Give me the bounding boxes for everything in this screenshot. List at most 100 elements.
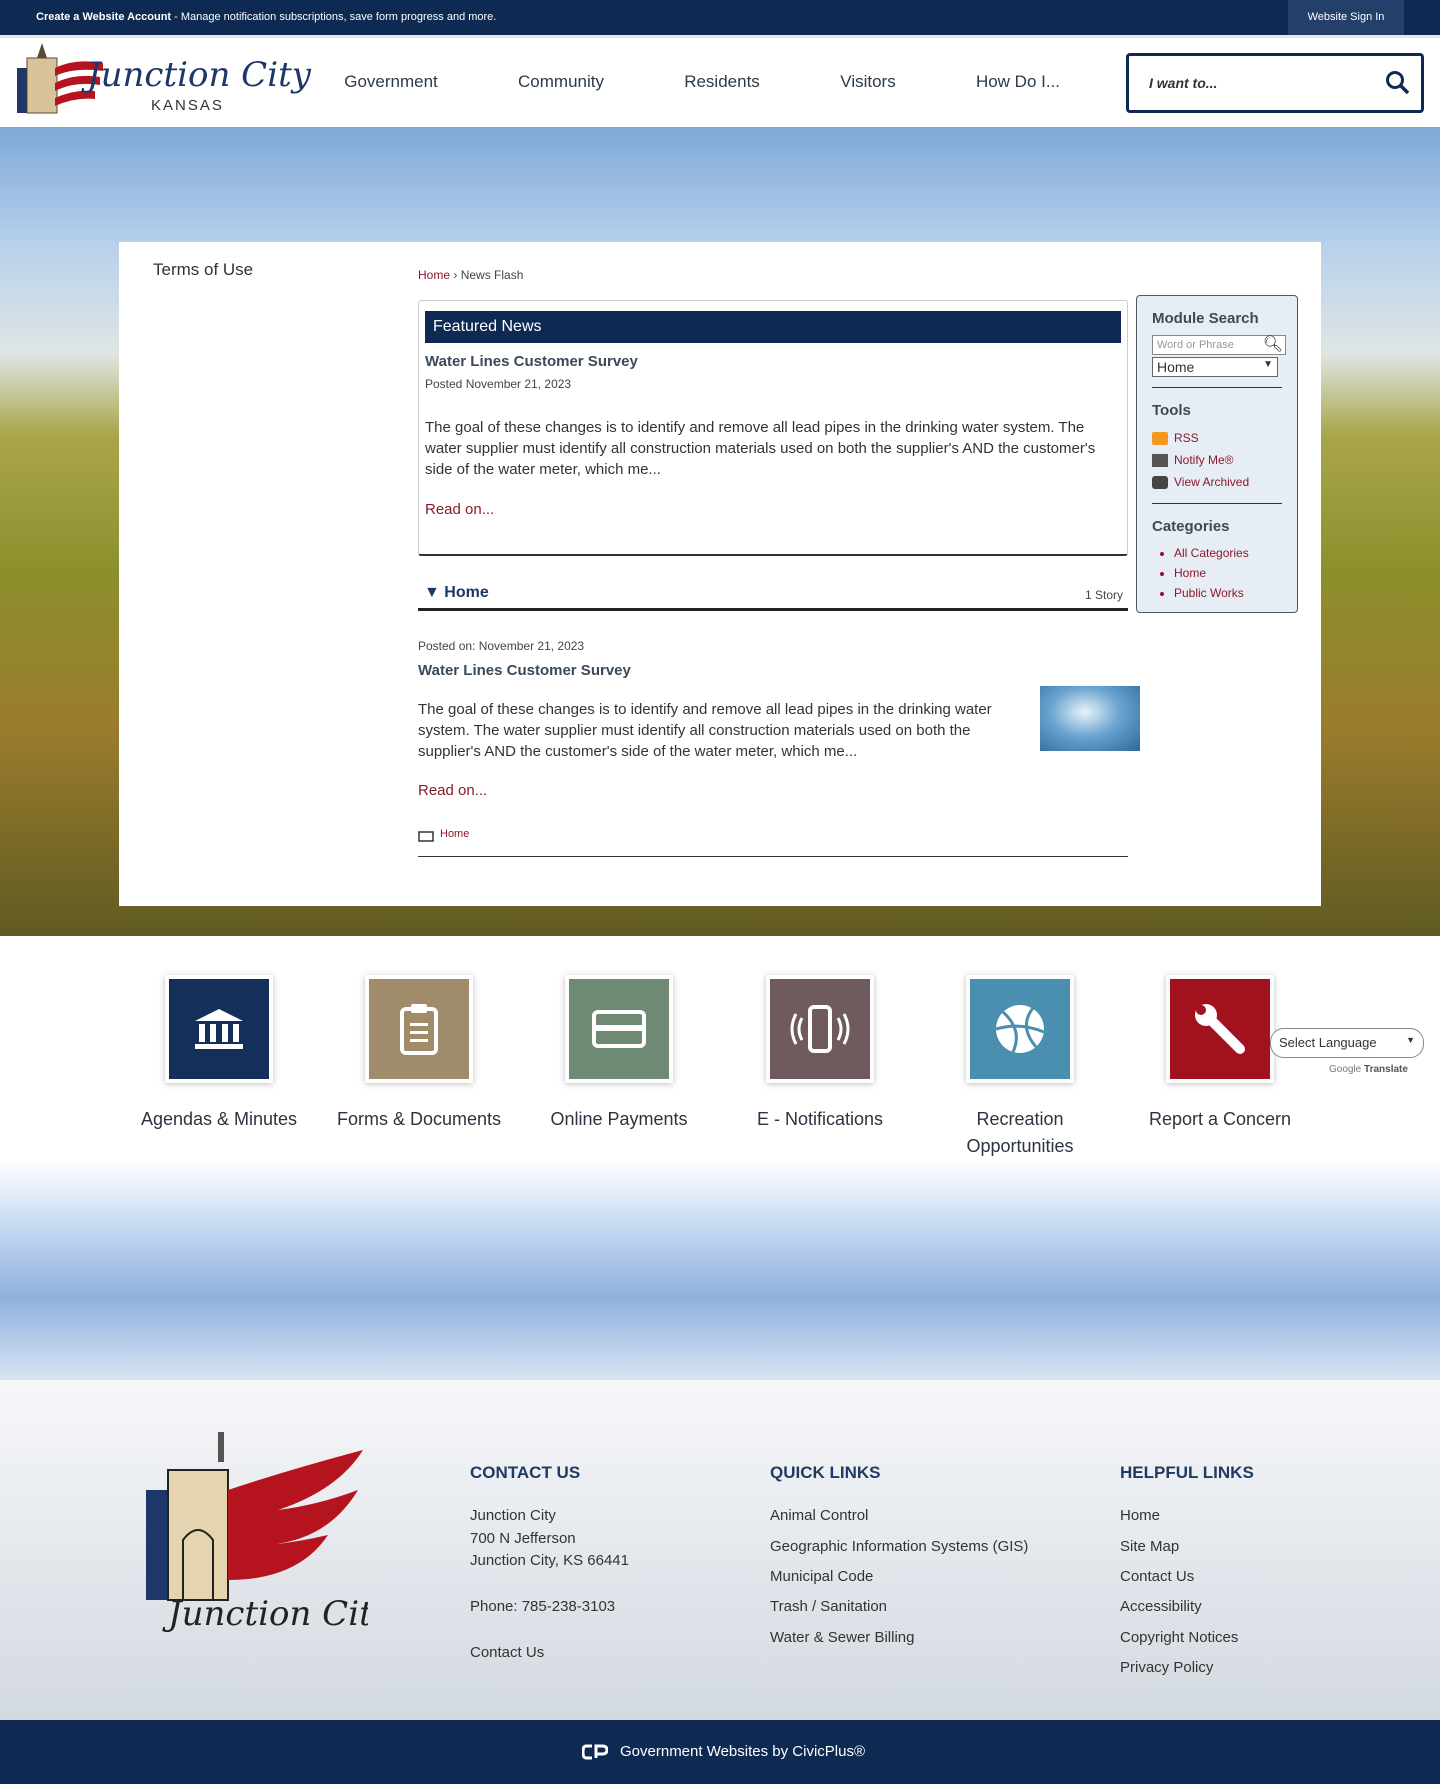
search-input[interactable]: I want to... — [1126, 53, 1424, 113]
search-icon[interactable]: 🔍︎ — [1263, 334, 1283, 354]
view-archived-link[interactable]: View Archived — [1152, 471, 1282, 493]
quick-link-label: Report a Concern — [1148, 1109, 1292, 1129]
quick-link-payments[interactable]: Online Payments — [519, 975, 719, 1133]
government-building-icon — [165, 975, 273, 1083]
quick-link-forms[interactable]: Forms & Documents — [319, 975, 519, 1133]
nav-how-do-i[interactable]: How Do I... — [976, 72, 1060, 92]
search-placeholder: I want to... — [1149, 75, 1218, 91]
translate-label: Translate — [1364, 1064, 1408, 1075]
civicplus-icon — [582, 1744, 608, 1759]
wrench-icon — [1166, 975, 1274, 1083]
quick-links-section: Agendas & Minutes Forms & Documents Onli… — [0, 936, 1440, 1170]
story-body: The goal of these changes is to identify… — [418, 701, 992, 760]
featured-read-on[interactable]: Read on... — [425, 501, 494, 518]
water-drop-image — [1040, 686, 1140, 751]
footer-link-accessibility[interactable]: Accessibility — [1120, 1598, 1202, 1615]
breadcrumb-current: News Flash — [460, 268, 524, 282]
module-search-input[interactable]: Word or Phrase 🔍︎ — [1152, 335, 1286, 355]
rss-label: RSS — [1174, 431, 1199, 445]
featured-title[interactable]: Water Lines Customer Survey — [425, 353, 638, 370]
quick-link-label: Recreation Opportunities — [966, 1109, 1074, 1156]
story-title[interactable]: Water Lines Customer Survey — [418, 662, 631, 679]
categories-heading: Categories — [1152, 518, 1230, 535]
category-public-works[interactable]: Public Works — [1174, 583, 1282, 603]
footer-link-water-billing[interactable]: Water & Sewer Billing — [770, 1629, 915, 1646]
footer-link-municipal-code[interactable]: Municipal Code — [770, 1568, 873, 1585]
category-select-value: Home — [1157, 359, 1195, 375]
footer-link-contact[interactable]: Contact Us — [1120, 1568, 1194, 1585]
sign-in-button[interactable]: Website Sign In — [1288, 0, 1404, 35]
story-read-on[interactable]: Read on... — [418, 782, 487, 799]
footer-link-trash[interactable]: Trash / Sanitation — [770, 1598, 887, 1615]
contact-name: Junction City — [470, 1507, 556, 1524]
account-message-text: - Manage notification subscriptions, sav… — [171, 11, 497, 23]
footer-logo: Junction City — [146, 1432, 368, 1634]
story-posted: Posted on: November 21, 2023 — [418, 639, 585, 653]
breadcrumb-home[interactable]: Home — [418, 268, 450, 282]
category-home[interactable]: Home — [1174, 563, 1282, 583]
basketball-icon — [966, 975, 1074, 1083]
envelope-icon — [1152, 453, 1168, 467]
module-search-placeholder: Word or Phrase — [1157, 339, 1234, 351]
logo[interactable]: Junction City KANSAS — [15, 43, 311, 118]
quick-link-label: Online Payments — [550, 1109, 688, 1129]
credit-card-icon — [565, 975, 673, 1083]
create-account-link[interactable]: Create a Website Account — [36, 11, 171, 23]
quick-link-agendas[interactable]: Agendas & Minutes — [119, 975, 319, 1133]
breadcrumb: Home › News Flash — [418, 268, 523, 282]
rss-link[interactable]: RSS — [1152, 427, 1282, 449]
quick-link-recreation[interactable]: Recreation Opportunities — [920, 975, 1120, 1160]
footer-link-privacy[interactable]: Privacy Policy — [1120, 1659, 1213, 1676]
account-message: Create a Website Account - Manage notifi… — [36, 11, 496, 23]
footer-link-site-map[interactable]: Site Map — [1120, 1538, 1179, 1555]
breadcrumb-separator: › — [453, 268, 458, 282]
quick-link-label: Agendas & Minutes — [140, 1109, 298, 1129]
category-all[interactable]: All Categories — [1174, 543, 1282, 563]
archive-icon — [1152, 475, 1168, 489]
nav-visitors[interactable]: Visitors — [840, 72, 895, 92]
top-bar: Create a Website Account - Manage notifi… — [0, 0, 1440, 35]
story-count: 1 Story — [1084, 588, 1123, 602]
category-toggle[interactable]: ▼ Home — [424, 584, 489, 602]
quick-links-heading: QUICK LINKS — [770, 1463, 881, 1482]
language-select[interactable]: Select Language ▼ — [1270, 1028, 1424, 1058]
divider — [1152, 503, 1282, 504]
story-tag-home[interactable]: Home — [440, 828, 469, 840]
nav-residents[interactable]: Residents — [684, 72, 760, 92]
phone-vibrate-icon — [766, 975, 874, 1083]
rss-icon — [1152, 431, 1168, 445]
footer-link-animal-control[interactable]: Animal Control — [770, 1507, 868, 1524]
clipboard-icon — [365, 975, 473, 1083]
nav-community[interactable]: Community — [518, 72, 604, 92]
terms-of-use-link[interactable]: Terms of Use — [153, 260, 253, 280]
search-icon[interactable] — [1385, 70, 1411, 96]
logo-name: Junction City — [87, 55, 311, 95]
footer-link-gis[interactable]: Geographic Information Systems (GIS) — [770, 1538, 1028, 1555]
category-select[interactable]: Home ▼ — [1152, 357, 1278, 377]
nav-government[interactable]: Government — [344, 72, 438, 92]
quick-link-notifications[interactable]: E - Notifications — [720, 975, 920, 1133]
notify-me-link[interactable]: Notify Me® — [1152, 449, 1282, 471]
google-logo: Google — [1329, 1064, 1362, 1075]
module-search-heading: Module Search — [1152, 310, 1259, 327]
main-content: Terms of Use Home › News Flash Featured … — [119, 242, 1321, 906]
footer-link-home[interactable]: Home — [1120, 1507, 1160, 1524]
svg-text:Junction City: Junction City — [162, 1594, 368, 1634]
civicplus-text: Government Websites by CivicPlus® — [620, 1743, 866, 1760]
chevron-down-icon: ▼ — [1406, 1035, 1415, 1045]
featured-body: The goal of these changes is to identify… — [425, 419, 1096, 478]
notify-label: Notify Me® — [1174, 453, 1234, 467]
chevron-down-icon: ▼ — [1263, 359, 1273, 370]
featured-news-header: Featured News — [425, 311, 1121, 343]
contact-us-link[interactable]: Contact Us — [470, 1644, 544, 1661]
contact-address2: Junction City, KS 66441 — [470, 1552, 629, 1569]
footer-link-copyright[interactable]: Copyright Notices — [1120, 1629, 1238, 1646]
featured-posted: Posted November 21, 2023 — [425, 377, 572, 391]
featured-news: Featured News Water Lines Customer Surve… — [418, 300, 1128, 556]
category-tag-icon — [418, 831, 434, 842]
divider — [418, 608, 1128, 611]
tools-heading: Tools — [1152, 402, 1191, 419]
quick-link-label: E - Notifications — [756, 1109, 884, 1129]
civicplus-link[interactable]: Government Websites by CivicPlus® — [582, 1743, 865, 1760]
category-section: ▼ Home 1 Story Posted on: November 21, 2… — [418, 582, 1140, 857]
